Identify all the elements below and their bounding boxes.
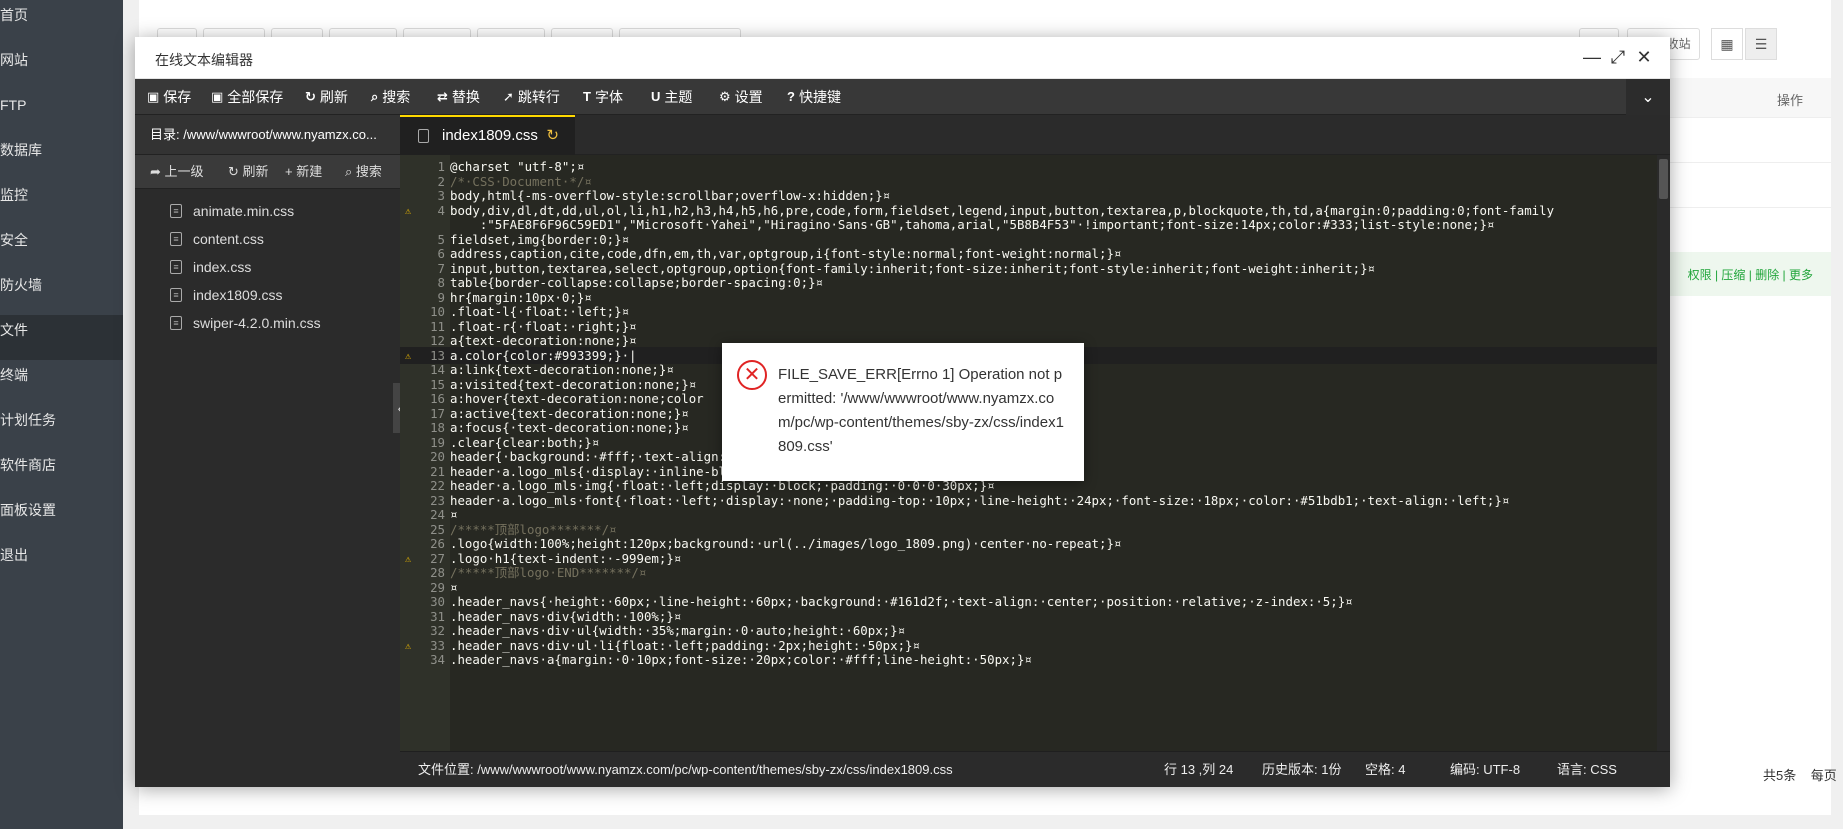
scrollbar-thumb[interactable] (1659, 159, 1668, 199)
line-number: 34 (430, 652, 445, 667)
nav-item-cron[interactable]: 计划任务 (0, 405, 123, 450)
save-all-button[interactable]: ▣ 全部保存 (211, 79, 283, 115)
replace-icon: ⇄ (437, 89, 448, 104)
per-page-label: 每页 (1810, 768, 1837, 783)
nav-item-files[interactable]: 文件 (0, 315, 123, 360)
save-icon: ▣ (147, 89, 160, 104)
vertical-scrollbar[interactable] (1657, 155, 1670, 751)
nav-item-ftp[interactable]: FTP (0, 90, 123, 135)
css-file-icon: ≡ (170, 260, 182, 274)
font-icon: T (583, 89, 591, 104)
nav-item-store[interactable]: 软件商店 (0, 450, 123, 495)
nav-item-panel-settings[interactable]: 面板设置 (0, 495, 123, 540)
error-message: FILE_SAVE_ERR[Errno 1] Operation not per… (778, 366, 1064, 455)
grid-view-icon[interactable]: ▦ (1711, 28, 1743, 60)
nav-item-monitor[interactable]: 监控 (0, 180, 123, 225)
goto-icon: ➚ (503, 89, 514, 104)
search-button[interactable]: ⌕ 搜索 (371, 79, 410, 115)
css-file-icon: ≡ (170, 288, 182, 302)
up-level-button[interactable]: ➦ 上一级 (150, 155, 204, 189)
save-button[interactable]: ▣ 保存 (147, 79, 191, 115)
font-button[interactable]: T 字体 (583, 79, 623, 115)
nav-item-database[interactable]: 数据库 (0, 135, 123, 180)
error-dialog: ✕ FILE_SAVE_ERR[Errno 1] Operation not p… (722, 343, 1084, 481)
unsaved-reload-icon[interactable]: ↻ (546, 117, 559, 155)
error-icon: ✕ (737, 360, 767, 390)
maximize-icon[interactable]: ⤢ (1606, 45, 1630, 69)
directory-path: 目录: /www/wwwroot/www.nyamzx.co... (135, 115, 400, 155)
encoding-status[interactable]: 编码: UTF-8 (1450, 752, 1520, 788)
file-item[interactable]: ≡ swiper-4.2.0.min.css (135, 309, 400, 337)
nav-item-site[interactable]: 网站 (0, 45, 123, 90)
tab-index1809-css[interactable]: index1809.css ↻ (400, 115, 575, 155)
total-count: 共5条 (1763, 768, 1797, 783)
nav-item-home[interactable]: 首页 (0, 0, 123, 45)
refresh-icon: ↻ (305, 89, 316, 104)
goto-line-button[interactable]: ➚ 跳转行 (503, 79, 560, 115)
code-line[interactable]: 34 .header_navs·a{margin:·0·10px;font-siz… (400, 651, 1670, 668)
file-item[interactable]: ≡ content.css (135, 225, 400, 253)
column-ops-header: 操作 (1776, 93, 1803, 108)
question-icon: ? (787, 89, 795, 104)
sidebar-search-button[interactable]: ⌕ 搜索 (345, 155, 382, 189)
minimize-icon[interactable]: — (1580, 45, 1604, 69)
editor-toolbar: ▣ 保存 ▣ 全部保存 ↻ 刷新 ⌕ 搜索 ⇄ 替换 ➚ 跳转行 T 字体 U 主题 ⚙ 设置 ?… (135, 79, 1670, 115)
theme-icon: U (651, 89, 661, 104)
left-nav: 首页 网站 FTP 数据库 监控 安全 防火墙 文件 终端 计划任务 软件商店 … (0, 0, 123, 829)
css-file-icon: ≡ (170, 316, 182, 330)
window-title: 在线文本编辑器 (155, 52, 253, 68)
file-list: ≡ animate.min.css ≡ content.css ≡ index.css… (135, 189, 400, 337)
editor-titlebar: 在线文本编辑器 — ⤢ ✕ (135, 37, 1670, 79)
language-status[interactable]: 语言: CSS (1557, 752, 1617, 788)
close-icon[interactable]: ✕ (1632, 45, 1656, 69)
file-item[interactable]: ≡ index.css (135, 253, 400, 281)
theme-button[interactable]: U 主题 (651, 79, 692, 115)
cursor-position-status: 行 13 ,列 24 (1164, 762, 1234, 777)
css-file-icon: ≡ (170, 232, 182, 246)
refresh-button[interactable]: ↻ 刷新 (305, 79, 348, 115)
search-icon: ⌕ (371, 89, 379, 104)
file-path-status: 文件位置: /www/wwwroot/www.nyamzx.com/pc/wp-… (418, 762, 953, 777)
file-item[interactable]: ≡ animate.min.css (135, 197, 400, 225)
nav-item-firewall[interactable]: 防火墙 (0, 270, 123, 315)
gear-icon: ⚙ (719, 89, 731, 104)
nav-item-security[interactable]: 安全 (0, 225, 123, 270)
chevron-down-icon[interactable]: ⌄ (1626, 79, 1670, 115)
sidebar-actions: ➦ 上一级 ↻ 刷新 + 新建 ⌕ 搜索 (135, 155, 400, 189)
new-file-button[interactable]: + 新建 (285, 155, 322, 189)
replace-button[interactable]: ⇄ 替换 (437, 79, 480, 115)
row-actions[interactable]: 权限 | 压缩 | 删除 | 更多 (1688, 266, 1813, 283)
status-bar: 文件位置: /www/wwwroot/www.nyamzx.com/pc/wp-… (400, 751, 1670, 787)
css-file-icon (418, 129, 429, 143)
shortcuts-button[interactable]: ? 快捷键 (787, 79, 841, 115)
sidebar-refresh-button[interactable]: ↻ 刷新 (228, 155, 269, 189)
file-sidebar: 目录: /www/wwwroot/www.nyamzx.co... ➦ 上一级 … (135, 115, 400, 787)
pagination: 共5条 每页 100 ▾ 条 (1763, 765, 1843, 785)
css-file-icon: ≡ (170, 204, 182, 218)
list-view-icon[interactable]: ☰ (1745, 28, 1777, 60)
settings-button[interactable]: ⚙ 设置 (719, 79, 763, 115)
editor-tabs: index1809.css ↻ (400, 115, 1670, 155)
code-text: .header_navs·a{margin:·0·10px;font-size:… (450, 652, 1032, 667)
file-item[interactable]: ≡ index1809.css (135, 281, 400, 309)
nav-item-terminal[interactable]: 终端 (0, 360, 123, 405)
history-status[interactable]: 历史版本: 1份 (1262, 752, 1341, 788)
nav-item-logout[interactable]: 退出 (0, 540, 123, 585)
save-all-icon: ▣ (211, 89, 224, 104)
indent-status[interactable]: 空格: 4 (1365, 752, 1405, 788)
